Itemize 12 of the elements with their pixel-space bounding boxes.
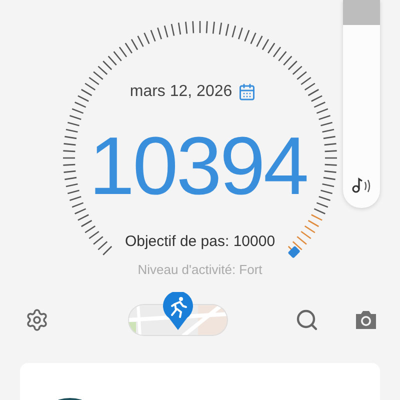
sound-icon[interactable] bbox=[350, 176, 372, 194]
calendar-icon[interactable] bbox=[238, 83, 256, 101]
activity-level: Niveau d'activité: Fort bbox=[138, 262, 262, 277]
map-button[interactable] bbox=[128, 292, 228, 336]
date-label: mars 12, 2026 bbox=[130, 83, 232, 101]
search-icon[interactable] bbox=[295, 308, 319, 332]
step-goal: Objectif de pas: 10000 bbox=[124, 233, 276, 250]
progress-marker bbox=[288, 246, 300, 258]
camera-icon[interactable] bbox=[354, 309, 378, 331]
settings-icon[interactable] bbox=[25, 308, 49, 332]
step-count: 10394 bbox=[88, 126, 308, 208]
runner-pin-icon bbox=[163, 292, 193, 330]
